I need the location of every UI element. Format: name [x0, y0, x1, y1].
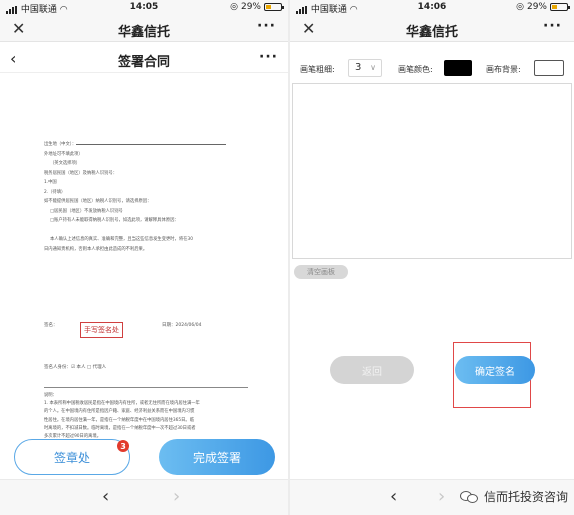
battery-percent: 29% — [526, 2, 547, 12]
signature-date: 日期：2024/06/04 — [162, 323, 202, 328]
contract-line: 日内通知贵机构，否则本人承担由此造成的不利后果。 — [44, 246, 148, 252]
contract-line: 如不能提供居民国（地区）纳税人识别号，请选择原因： — [44, 199, 152, 204]
page-header: ‹ 签署合同 ··· — [0, 45, 288, 73]
seal-button-label: 签章处 — [53, 450, 90, 465]
confirm-signature-button[interactable]: 确定签名 — [455, 356, 535, 384]
back-arrow-icon[interactable]: ‹ — [390, 486, 397, 507]
brush-color-label: 画笔颜色: — [398, 65, 433, 74]
contract-document: 出生地（中文）： 外地址可不填此项） （英文选择项） 税务居民国（地区）及纳税人… — [44, 140, 248, 254]
signature-area: 签名： 手写签名处 日期：2024/06/04 — [44, 318, 248, 358]
battery-percent: 29% — [240, 2, 261, 12]
notes-line: 性居住。在境内居住满一年，是指在一个纳税年度中在中国境内居住365日。临 — [44, 417, 194, 423]
forward-arrow-icon[interactable]: › — [173, 486, 180, 507]
signature-canvas[interactable] — [292, 83, 572, 259]
more-options-icon[interactable]: ··· — [543, 18, 562, 34]
notes-line: 时离境的，不扣减日数。临时离境，是指在一个纳税年度中一次不超过30日或者 — [44, 425, 196, 431]
browser-toolbar: ‹ › — [0, 479, 288, 515]
signer-identity: 签名人身份：☑ 本人 □ 代理人 — [44, 365, 107, 370]
orientation-lock-icon: ◎ — [230, 2, 238, 12]
watermark: 信而托投资咨询 — [459, 488, 568, 505]
contract-line: 本人确认上述信息的真实、准确和完整，且当这些信息发生变更时，将在30 — [50, 237, 193, 242]
chevron-down-icon: ∨ — [370, 63, 376, 72]
brush-size-select[interactable]: 3 ∨ — [348, 59, 382, 77]
window-title: 华鑫信托 — [405, 25, 458, 40]
clear-canvas-button[interactable]: 清空画板 — [294, 265, 348, 279]
finish-button-label: 完成签署 — [192, 450, 241, 465]
notes-line: 1. 本表所称中国税收居民是指在中国境内有住所，或者无住所而在境内居住满一年 — [44, 401, 200, 407]
brush-size-label: 画笔粗细: — [300, 65, 335, 74]
status-bar: 中国联通 ◠ 14:06 ◎ 29% — [290, 0, 574, 16]
contract-line: □账户持有人未能取得纳税人识别号，如选此项，请解释具体原因： — [50, 218, 179, 223]
contract-line: （英文选择项） — [50, 161, 81, 166]
status-bar: 中国联通 ◠ 14:05 ◎ 29% — [0, 0, 288, 16]
contract-screen: 中国联通 ◠ 14:05 ◎ 29% ✕ 华鑫信托 ··· ‹ 签署合同 ···… — [0, 0, 288, 515]
confirm-button-label: 确定签名 — [475, 366, 515, 378]
canvas-background-label: 画布背景: — [486, 65, 521, 74]
battery-icon — [550, 3, 570, 11]
app-header: ✕ 华鑫信托 ··· — [290, 16, 574, 42]
more-options-icon[interactable]: ··· — [257, 18, 276, 34]
forward-arrow-icon[interactable]: › — [438, 486, 445, 507]
notes-title: 说明： — [44, 393, 57, 398]
notes-line: 的个人。在中国境内有住所是指因户籍、家庭、经济利益关系而在中国境内习惯 — [44, 409, 195, 415]
signature-label: 签名： — [44, 323, 58, 328]
divider — [44, 387, 248, 388]
browser-toolbar: ‹ › 信而托投资咨询 — [290, 479, 574, 515]
return-button-label: 返回 — [362, 366, 382, 378]
contract-line: 外地址可不填此项） — [44, 151, 83, 157]
page-title: 签署合同 — [117, 55, 170, 70]
watermark-text: 信而托投资咨询 — [483, 490, 568, 504]
canvas-background-swatch[interactable] — [534, 60, 564, 76]
return-button[interactable]: 返回 — [330, 356, 414, 384]
window-title: 华鑫信托 — [117, 25, 170, 40]
app-header: ✕ 华鑫信托 ··· — [0, 16, 288, 42]
wechat-logo-icon — [459, 489, 480, 505]
brush-toolbar: 画笔粗细: 3 ∨ 画笔颜色: 画布背景: — [290, 56, 574, 80]
contract-notes: 说明： 1. 本表所称中国税收居民是指在中国境内有住所，或者无住所而在境内居住满… — [44, 392, 248, 441]
page-more-icon[interactable]: ··· — [259, 49, 278, 65]
notification-badge: 3 — [117, 440, 129, 452]
seal-location-button[interactable]: 签章处 — [14, 439, 130, 475]
contract-line: 出生地（中文）： — [44, 140, 248, 150]
signature-stamp[interactable]: 手写签名处 — [80, 322, 123, 338]
finish-signing-button[interactable]: 完成签署 — [159, 439, 275, 475]
contract-line: 2.（待填） — [44, 189, 66, 195]
contract-line: 1.中国 — [44, 180, 57, 185]
contract-line: □居民国（地区）不发放纳税人识别号 — [50, 208, 123, 214]
brush-color-swatch[interactable] — [444, 60, 472, 76]
battery-icon — [264, 3, 284, 11]
clear-button-label: 清空画板 — [307, 268, 335, 276]
contract-line: 税务居民国（地区）及纳税人识别号： — [44, 170, 118, 176]
brush-size-value: 3 — [355, 62, 362, 73]
orientation-lock-icon: ◎ — [516, 2, 524, 12]
back-arrow-icon[interactable]: ‹ — [102, 486, 109, 507]
signature-pad-screen: 中国联通 ◠ 14:06 ◎ 29% ✕ 华鑫信托 ··· 画笔粗细: 3 ∨ 画… — [290, 0, 574, 515]
